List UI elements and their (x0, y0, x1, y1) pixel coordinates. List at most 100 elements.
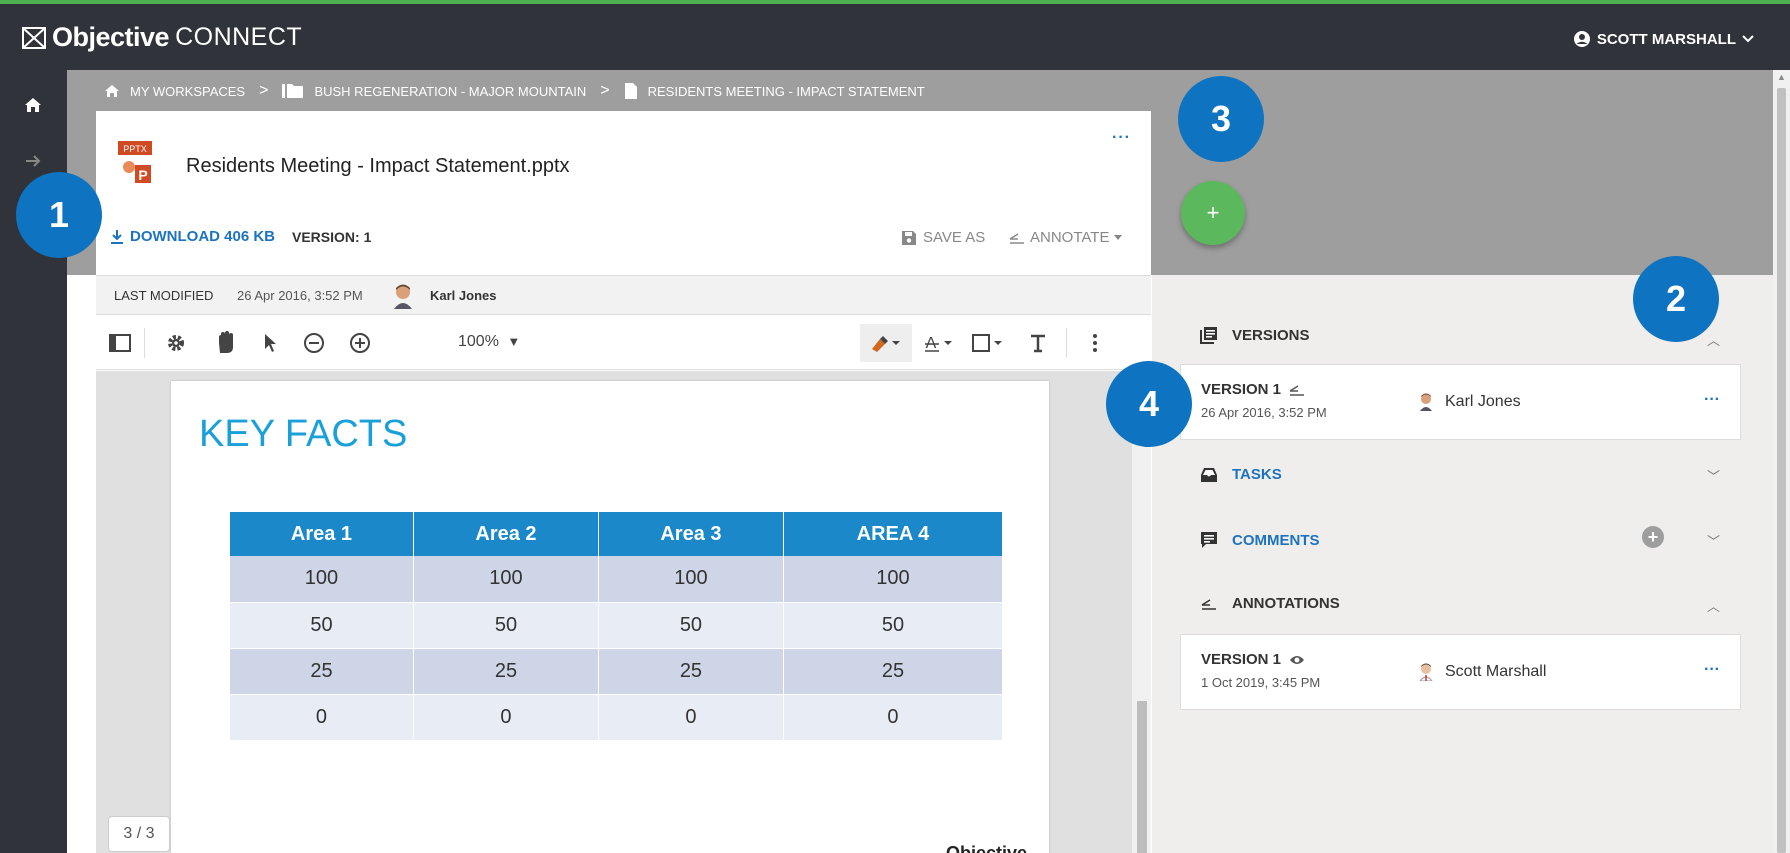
last-modified-bar: LAST MODIFIED 26 Apr 2016, 3:52 PM Karl … (96, 275, 1151, 315)
versions-section-header[interactable]: VERSIONS (1200, 326, 1310, 344)
breadcrumb-workspaces[interactable]: MY WORKSPACES (130, 84, 245, 99)
chevron-up-icon[interactable]: ︿ (1707, 330, 1720, 349)
modified-by: Karl Jones (430, 288, 497, 303)
logo-brand: Objective (52, 22, 170, 52)
table-cell: 25 (413, 648, 599, 695)
file-badge: PPTX (123, 144, 147, 154)
home-icon (105, 85, 119, 97)
tasks-title: TASKS (1232, 466, 1282, 483)
download-button[interactable]: DOWNLOAD 406 KB (110, 228, 275, 245)
table-cell: 100 (413, 556, 599, 603)
table-cell: 100 (783, 556, 1004, 603)
zoom-select[interactable]: 100% ▼ (458, 333, 520, 351)
version-more-button[interactable]: ··· (1704, 391, 1720, 409)
annotation-item[interactable]: VERSION 1 1 Oct 2019, 3:45 PM Scott Mars… (1180, 634, 1741, 710)
versions-title: VERSIONS (1232, 326, 1310, 344)
table-row: 0 0 0 0 (230, 694, 1004, 741)
save-as-button[interactable]: SAVE AS (901, 229, 985, 246)
table-header: Area 1 (230, 512, 414, 556)
chevron-up-icon[interactable]: ︿ (1707, 596, 1720, 615)
version-user: Karl Jones (1419, 393, 1521, 411)
add-fab-button[interactable]: + (1181, 181, 1245, 245)
document-more-button[interactable]: ··· (1112, 129, 1131, 147)
text-tool-icon[interactable] (1026, 331, 1050, 355)
highlighter-icon[interactable] (870, 331, 902, 355)
page-indicator: 3 / 3 (108, 816, 170, 852)
annotations-section-header[interactable]: ANNOTATIONS (1200, 595, 1340, 612)
user-name: SCOTT MARSHALL (1596, 30, 1736, 48)
rectangle-tool-icon[interactable] (972, 331, 1008, 355)
table-row: 25 25 25 25 (230, 648, 1004, 695)
arrow-right-icon[interactable] (22, 150, 44, 172)
annotation-user-name: Scott Marshall (1445, 663, 1547, 680)
annotation-more-button[interactable]: ··· (1704, 661, 1720, 679)
table-row: 50 50 50 50 (230, 602, 1004, 649)
file-icon (624, 83, 637, 99)
table-cell: 50 (783, 602, 1004, 649)
avatar (1419, 663, 1433, 681)
table-cell: 50 (598, 602, 784, 649)
chevron-down-icon[interactable]: ﹀ (1707, 466, 1720, 485)
tasks-section-header[interactable]: TASKS (1200, 466, 1282, 483)
chevron-down-icon (1742, 35, 1754, 43)
table-header: Area 2 (413, 512, 599, 556)
breadcrumb-separator: > (259, 82, 269, 99)
user-menu[interactable]: SCOTT MARSHALL (1573, 30, 1754, 48)
zoom-value: 100% (458, 333, 499, 350)
table-header-row: Area 1 Area 2 Area 3 AREA 4 (230, 512, 1004, 556)
sidebar-toggle-icon[interactable] (108, 331, 132, 355)
app-logo[interactable]: Objective CONNECT (22, 22, 302, 53)
objective-logo-icon (22, 26, 46, 49)
versions-icon (1200, 327, 1217, 344)
breadcrumb-separator: > (600, 82, 610, 99)
version-label: VERSION: 1 (292, 229, 372, 245)
scroll-up-icon[interactable]: ▲ (1777, 72, 1786, 82)
version-item[interactable]: VERSION 1 26 Apr 2016, 3:52 PM Karl Jone… (1180, 364, 1741, 440)
pptx-file-icon: PPTX P (118, 141, 152, 183)
caret-down-icon (1114, 234, 1123, 240)
table-cell: 100 (598, 556, 784, 603)
table-cell: 0 (230, 694, 414, 741)
more-vertical-icon[interactable] (1083, 331, 1107, 355)
annotation-version-label: VERSION 1 (1201, 651, 1282, 668)
slide-title: KEY FACTS (199, 413, 408, 455)
download-icon (111, 229, 123, 244)
annotation-user: Scott Marshall (1419, 663, 1546, 681)
select-pointer-icon[interactable] (258, 331, 282, 355)
caret-down-icon: ▼ (507, 334, 521, 349)
breadcrumb-project[interactable]: BUSH REGENERATION - MAJOR MOUNTAIN (314, 84, 586, 99)
page-scrollbar[interactable]: ▲ (1773, 70, 1790, 853)
toolbar-divider (1066, 328, 1067, 358)
pan-hand-icon[interactable] (214, 331, 238, 355)
settings-icon[interactable] (164, 331, 188, 355)
breadcrumb-document[interactable]: RESIDENTS MEETING - IMPACT STATEMENT (648, 84, 925, 99)
folder-icon (282, 84, 304, 98)
callout-4: 4 (1106, 361, 1192, 447)
annotations-title: ANNOTATIONS (1232, 595, 1340, 612)
table-cell: 100 (230, 556, 414, 603)
chevron-down-icon[interactable]: ﹀ (1707, 531, 1720, 550)
save-as-label: SAVE AS (923, 229, 986, 246)
home-icon[interactable] (22, 94, 44, 116)
key-facts-table: Area 1 Area 2 Area 3 AREA 4 100 100 100 … (230, 512, 1004, 741)
zoom-in-icon[interactable] (348, 331, 372, 355)
annotate-button[interactable]: ANNOTATE (1008, 229, 1123, 246)
zoom-out-icon[interactable] (302, 331, 326, 355)
document-viewer[interactable]: KEY FACTS Area 1 Area 2 Area 3 AREA 4 10… (96, 371, 1151, 853)
strikeout-icon[interactable]: A (924, 331, 958, 355)
comments-section-header[interactable]: COMMENTS (1200, 531, 1320, 549)
viewer-toolbar: 100% ▼ A (96, 316, 1151, 370)
version-date: 26 Apr 2016, 3:52 PM (1201, 405, 1327, 420)
callout-2: 2 (1633, 256, 1719, 342)
document-title: Residents Meeting - Impact Statement.ppt… (186, 155, 570, 177)
account-circle-icon (1573, 31, 1590, 47)
table-cell: 50 (413, 602, 599, 649)
save-icon (902, 230, 916, 245)
last-modified-label: LAST MODIFIED (114, 288, 214, 303)
comments-title: COMMENTS (1232, 531, 1320, 549)
viewer-scrollbar-thumb[interactable] (1137, 701, 1147, 853)
scrollbar-thumb[interactable] (1777, 88, 1786, 853)
table-cell: 25 (598, 648, 784, 695)
callout-1: 1 (16, 172, 102, 258)
add-comment-button[interactable]: + (1642, 526, 1664, 548)
